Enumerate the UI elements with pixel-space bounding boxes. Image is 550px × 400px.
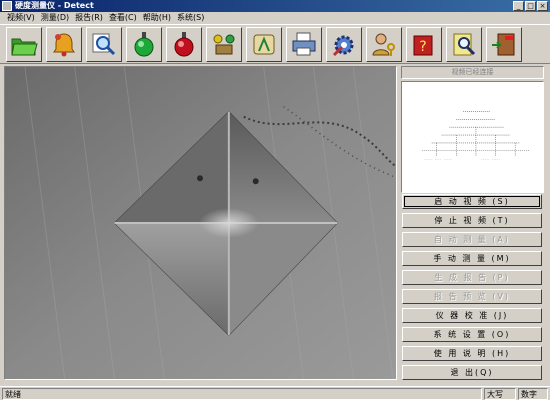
exit-door-icon [492,33,515,56]
red-light-button[interactable] [166,27,202,62]
alarm-button[interactable] [46,27,82,62]
calibration-icon [253,34,275,55]
svg-text:----- -----: ----- ----- [481,158,501,162]
menu-bar: 视频(V) 测量(D) 报告(R) 查看(C) 帮助(H) 系统(S) [0,12,550,24]
print-report-icon [292,32,316,56]
instrument-calibration-button[interactable]: 仪 器 校 准 (J) [402,308,542,323]
green-light-button[interactable] [126,27,162,62]
start-video-button[interactable]: 启 动 视 频 (S) [402,194,542,209]
status-bar: 就绪 大写 数字 [0,386,550,400]
control-panel: 视频已经连接 ----- ---- ----- ----- ----- 启 动 … [401,66,545,380]
window-controls: _ □ × [513,1,548,11]
alarm-bell-icon [53,33,75,57]
title-bar[interactable]: 硬度测量仪 - Detect _ □ × [0,0,550,12]
system-settings-button[interactable]: 系 统 设 置 (O) [402,327,542,342]
red-light-icon [174,32,194,57]
menu-measure[interactable]: 测量(D) [38,12,72,24]
zoom-magnifier-icon [92,33,116,56]
microscope-video-view[interactable] [4,66,397,380]
exit-app-button[interactable]: 退 出(Q) [402,365,542,380]
settings-button[interactable] [326,27,362,62]
calibration-button[interactable] [246,27,282,62]
print-report-button[interactable] [286,27,322,62]
minimize-button[interactable]: _ [513,1,524,11]
user-manual-button[interactable]: 使 用 说 明 (H) [402,346,542,361]
maximize-button[interactable]: □ [525,1,536,11]
menu-system[interactable]: 系统(S) [174,12,207,24]
open-folder-icon [11,38,38,56]
green-light-icon [134,32,154,57]
user-key-button[interactable] [366,27,402,62]
help-book-button[interactable]: ? [406,27,442,62]
toolbar: ? [0,24,550,64]
close-button[interactable]: × [537,1,548,11]
stop-video-button[interactable]: 停 止 视 频 (T) [402,213,542,228]
exit-button[interactable] [486,27,522,62]
preview-area: ----- ---- ----- ----- ----- [401,81,544,193]
zoom-button[interactable] [86,27,122,62]
svg-text:----- ---- -----: ----- ---- ----- [424,158,453,162]
caps-lock-indicator: 大写 [484,388,516,400]
user-key-icon [372,33,395,56]
manual-measure-button[interactable]: 手 动 测 量 (M) [402,251,542,266]
report-preview-button[interactable]: 报 告 预 览 (V) [402,289,542,304]
menu-help[interactable]: 帮助(H) [140,12,174,24]
num-lock-indicator: 数字 [518,388,548,400]
status-message: 就绪 [2,388,482,400]
tools-icon [213,34,235,55]
open-folder-button[interactable] [6,27,42,62]
video-status-label: 视频已经连接 [401,66,544,79]
search-document-button[interactable] [446,27,482,62]
menu-view[interactable]: 查看(C) [106,12,140,24]
app-icon[interactable] [2,1,12,11]
help-book-icon: ? [413,35,433,56]
svg-text:?: ? [419,39,426,55]
tools-button[interactable] [206,27,242,62]
preview-thumbnail: ----- ---- ----- ----- ----- [421,111,530,162]
indentation-image [5,67,396,379]
menu-video[interactable]: 视频(V) [4,12,38,24]
generate-report-button[interactable]: 生 成 报 告 (P) [402,270,542,285]
menu-report[interactable]: 报告(R) [72,12,106,24]
settings-gear-icon [332,35,354,57]
window-title: 硬度测量仪 - Detect [15,1,94,10]
search-document-icon [453,33,476,56]
auto-measure-button[interactable]: 自 动 测 量 (A) [402,232,542,247]
